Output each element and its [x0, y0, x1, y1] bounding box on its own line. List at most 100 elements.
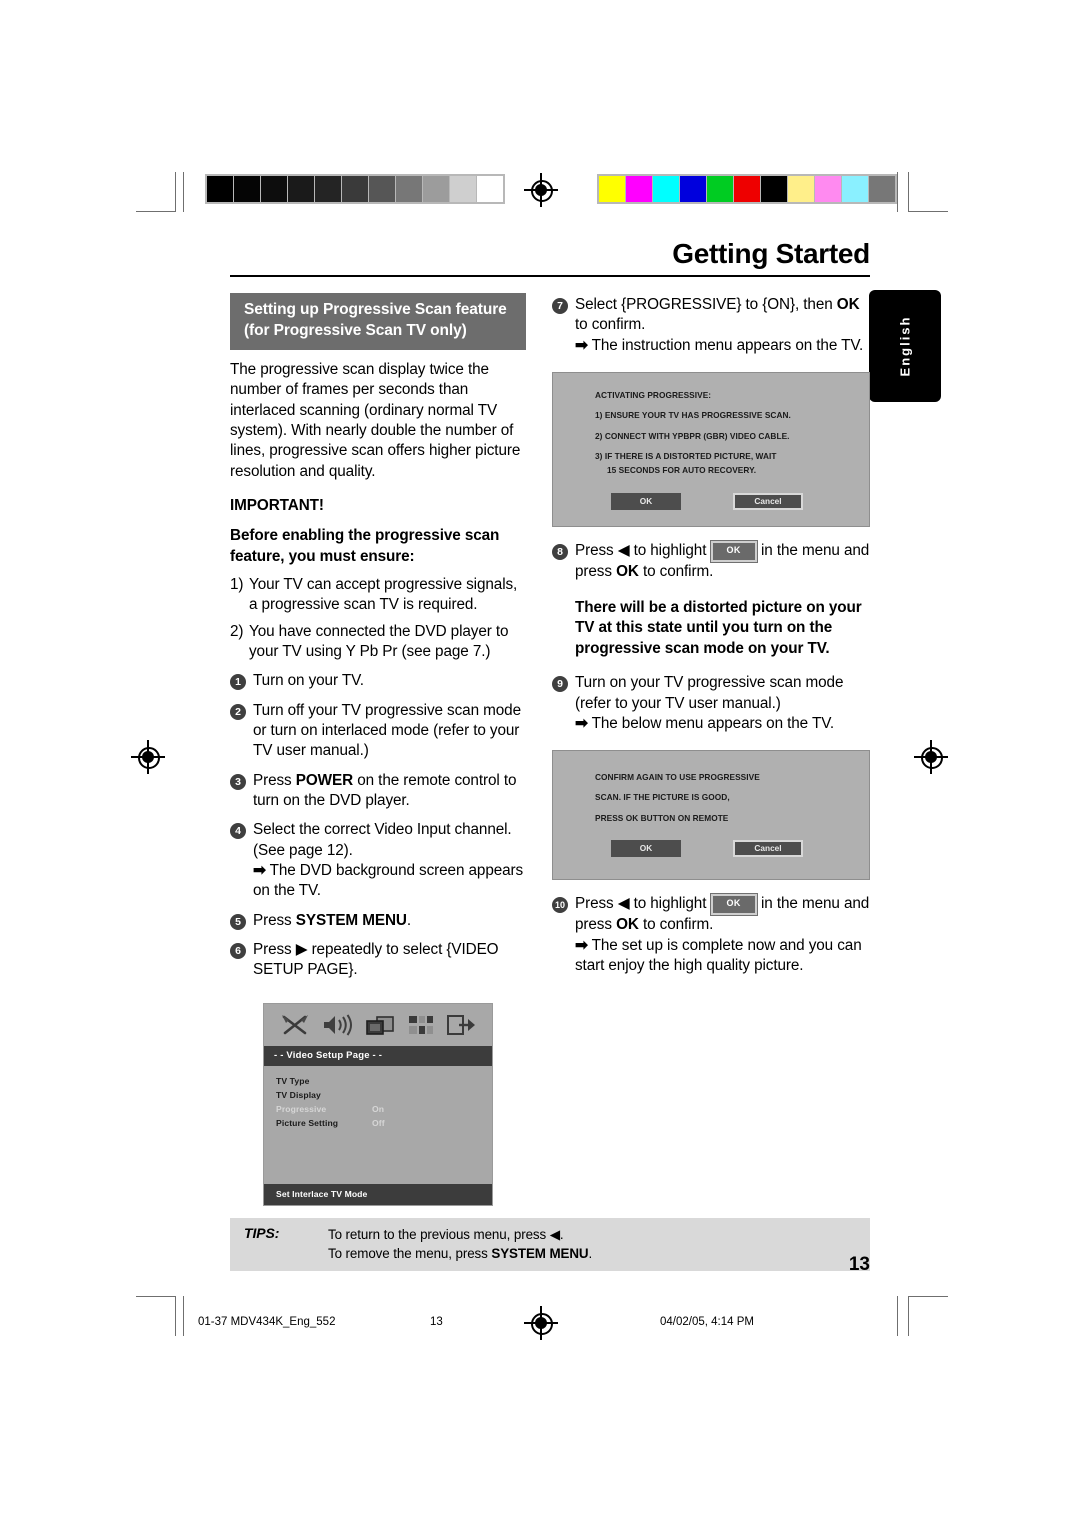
left-column: Setting up Progressive Scan feature (for… [230, 293, 526, 1206]
menu-label: Progressive [276, 1103, 327, 1114]
menu-row-progressive[interactable]: Progressive On [264, 1102, 492, 1116]
step-text-main: Turn on your TV progressive scan mode (r… [575, 674, 844, 712]
dialog-line: 2) CONNECT WITH YPBPR (GBR) VIDEO CABLE. [595, 430, 790, 441]
requirement-item: 1) Your TV can accept progressive signal… [230, 575, 526, 616]
speaker-icon [321, 1013, 353, 1037]
calibration-swatch [396, 176, 422, 202]
tips-label: TIPS: [244, 1225, 280, 1241]
dialog-ok-button[interactable]: OK [611, 840, 681, 858]
dialog-cancel-button[interactable]: Cancel [733, 492, 803, 510]
step-text-pre: Select {PROGRESSIVE} to {ON}, then [575, 296, 837, 313]
setup-status-bar: Set Interlace TV Mode [264, 1183, 492, 1205]
important-text: Before enabling the progressive scan fea… [230, 527, 500, 565]
calibration-swatch [599, 176, 625, 202]
step-number-badge: 6 [230, 943, 246, 960]
calibration-swatch [288, 176, 314, 202]
tools-icon [280, 1013, 310, 1037]
calibration-swatch [815, 176, 841, 202]
requirement-number: 2) [230, 622, 244, 640]
arrow-icon: ➡ [575, 714, 588, 732]
requirement-item: 2) You have connected the DVD player to … [230, 622, 526, 663]
crop-mark-top-right-inner [897, 172, 899, 212]
right-column: 7 Select {PROGRESSIVE} to {ON}, then OK … [552, 293, 870, 1206]
step-text-bold: OK [616, 562, 639, 580]
requirement-text: You have connected the DVD player to you… [249, 622, 509, 660]
section-heading-line2: (for Progressive Scan TV only) [244, 321, 467, 339]
section-heading: Setting up Progressive Scan feature (for… [230, 293, 526, 350]
page-content: Getting Started Setting up Progressive S… [230, 240, 870, 1206]
registration-target-right [914, 740, 948, 774]
step-text: Press ◀ to highlight OK in the menu and … [575, 893, 870, 977]
requirement-text: Your TV can accept progressive signals, … [249, 575, 518, 614]
calibration-swatch [869, 176, 895, 202]
print-footer: 01-37 MDV434K_Eng_552 13 04/02/05, 4:14 … [0, 1316, 1080, 1346]
registration-target-top [524, 173, 558, 207]
calibration-swatch [680, 176, 706, 202]
calibration-swatch [423, 176, 449, 202]
menu-row-tv-display[interactable]: TV Display [264, 1088, 492, 1102]
step-result-text: The DVD background screen appears on the… [253, 862, 524, 900]
step-text-pre: Press [253, 771, 296, 789]
step-result: ➡ The set up is complete now and you can… [575, 936, 870, 977]
steps-list-left: 1 Turn on your TV. 2 Turn off your TV pr… [230, 671, 526, 980]
language-tab-label: English [897, 315, 913, 377]
menu-label: TV Display [276, 1089, 321, 1100]
calibration-swatch [315, 176, 341, 202]
calibration-swatch [788, 176, 814, 202]
dialog-ok-button[interactable]: OK [611, 492, 681, 510]
dialog-line: 15 SECONDS FOR AUTO RECOVERY. [607, 465, 757, 476]
calibration-swatch [653, 176, 679, 202]
step-text: Press ▶ repeatedly to select {VIDEO SETU… [253, 941, 499, 979]
step-number-badge: 9 [552, 676, 568, 693]
button-spacer [681, 493, 733, 510]
page-title: Getting Started [672, 238, 870, 269]
step-number-badge: 8 [552, 543, 568, 560]
requirement-number: 1) [230, 575, 244, 593]
arrow-icon: ➡ [575, 936, 588, 954]
footer-filename: 01-37 MDV434K_Eng_552 [198, 1316, 336, 1328]
dialog-line: CONFIRM AGAIN TO USE PROGRESSIVE [595, 772, 760, 783]
tips-bar: TIPS: To return to the previous menu, pr… [230, 1218, 870, 1272]
setup-page-title: - - Video Setup Page - - [264, 1045, 492, 1066]
step-text-bold: OK [616, 916, 639, 934]
calibration-swatch [450, 176, 476, 202]
important-heading: IMPORTANT! [230, 496, 324, 514]
exit-icon [446, 1013, 476, 1037]
step-number-badge: 3 [230, 773, 246, 790]
requirements-list: 1) Your TV can accept progressive signal… [230, 575, 526, 662]
crop-mark-top-left [136, 172, 176, 212]
dialog-cancel-button[interactable]: Cancel [733, 840, 803, 858]
step-10: 10 Press ◀ to highlight OK in the menu a… [552, 893, 870, 977]
dialog-title: ACTIVATING PROGRESSIVE: [595, 390, 712, 401]
registration-target-left [131, 740, 165, 774]
calibration-swatch [734, 176, 760, 202]
calibration-swatch [342, 176, 368, 202]
calibration-swatch [369, 176, 395, 202]
ok-key-graphic: OK [709, 893, 758, 917]
step-result: ➡ The instruction menu appears on the TV… [575, 336, 870, 356]
calibration-swatch [626, 176, 652, 202]
arrow-icon: ➡ [253, 862, 266, 880]
section-heading-line1: Setting up Progressive Scan feature [244, 301, 507, 318]
tips-content: To return to the previous menu, press ◀.… [328, 1225, 592, 1263]
ok-key-graphic: OK [709, 539, 758, 563]
step-1: 1 Turn on your TV. [230, 671, 526, 691]
step-text-seg-c: to confirm. [638, 916, 714, 934]
step-8: 8 Press ◀ to highlight OK in the menu an… [552, 539, 870, 582]
step-text: Select the correct Video Input channel. … [253, 820, 526, 901]
calibration-swatch [477, 176, 503, 202]
menu-row-picture-setting[interactable]: Picture Setting Off [264, 1116, 492, 1130]
step-text-bold: OK [836, 296, 860, 313]
dialog-button-row: OK Cancel [595, 840, 853, 858]
step-4: 4 Select the correct Video Input channel… [230, 820, 526, 901]
header-divider [230, 275, 870, 277]
page-number: 13 [848, 1254, 870, 1275]
calibration-swatch [761, 176, 787, 202]
menu-row-tv-type[interactable]: TV Type [264, 1074, 492, 1088]
step-9: 9 Turn on your TV progressive scan mode … [552, 673, 870, 734]
arrow-icon: ➡ [575, 336, 588, 354]
calibration-swatch [207, 176, 233, 202]
step-text-bold: SYSTEM MENU [295, 911, 407, 929]
step-text: Select {PROGRESSIVE} to {ON}, then OK to… [575, 295, 870, 356]
tv-dialog-activating-progressive: ACTIVATING PROGRESSIVE: 1) ENSURE YOUR T… [552, 372, 870, 527]
